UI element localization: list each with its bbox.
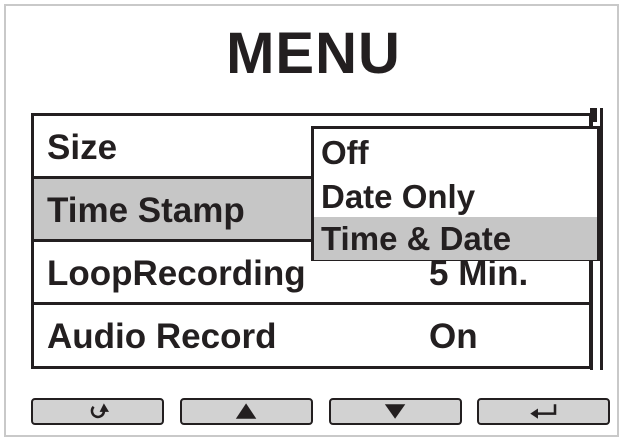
dropdown-option-time-and-date[interactable]: Time & Date: [314, 217, 597, 260]
dropdown-option-off[interactable]: Off: [314, 131, 597, 174]
up-arrow-icon: [235, 403, 257, 419]
menu-item-label: Size: [47, 128, 118, 167]
down-arrow-icon: [384, 404, 406, 419]
menu-item-label: Audio Record: [47, 317, 277, 356]
menu-item-label: LoopRecording: [47, 254, 306, 293]
dropdown-option-date-only[interactable]: Date Only: [314, 175, 597, 218]
menu-item-audio-record[interactable]: Audio Record On: [34, 305, 589, 368]
scroll-thumb[interactable]: [592, 108, 597, 122]
menu-item-value: On: [429, 317, 478, 356]
up-button[interactable]: [180, 398, 313, 425]
menu-item-label: Time Stamp: [47, 191, 245, 230]
back-button[interactable]: [31, 398, 164, 425]
page-title: MENU: [226, 21, 401, 86]
enter-button[interactable]: [477, 398, 610, 425]
time-stamp-dropdown: Off Date Only Time & Date: [311, 126, 600, 261]
enter-icon: [530, 404, 557, 419]
back-arrow-icon: [90, 403, 109, 419]
down-button[interactable]: [329, 398, 462, 425]
